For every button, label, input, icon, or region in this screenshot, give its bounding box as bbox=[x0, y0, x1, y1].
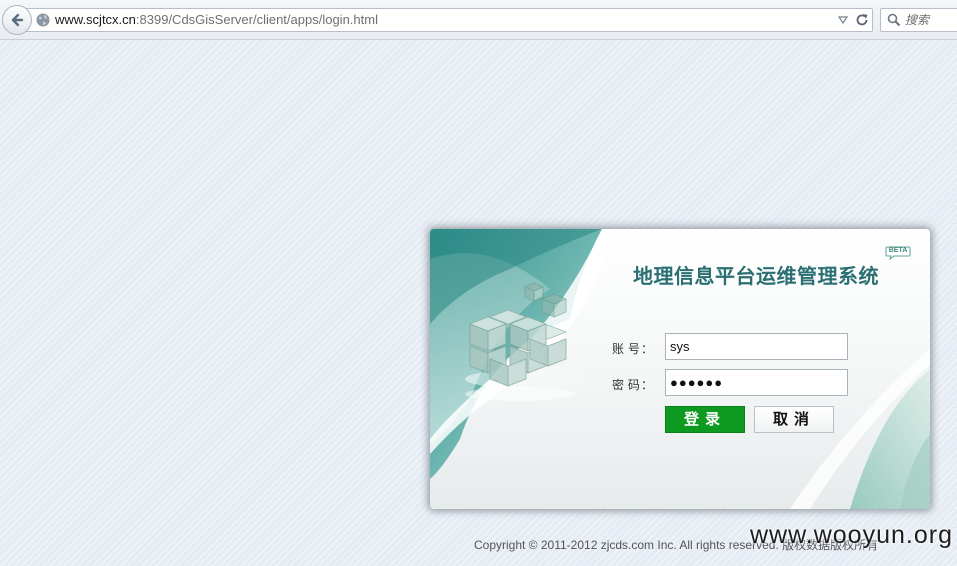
back-button[interactable] bbox=[2, 5, 32, 35]
globe-icon bbox=[36, 13, 50, 27]
url-domain: www.scjtcx.cn bbox=[55, 12, 136, 27]
browser-toolbar: www.scjtcx.cn:8399/CdsGisServer/client/a… bbox=[0, 0, 957, 40]
url-bar[interactable]: www.scjtcx.cn:8399/CdsGisServer/client/a… bbox=[24, 8, 873, 32]
beta-badge-text: BETA bbox=[888, 247, 908, 254]
password-input[interactable] bbox=[665, 369, 848, 396]
search-input[interactable] bbox=[905, 11, 957, 29]
history-dropdown-icon[interactable] bbox=[838, 16, 848, 24]
account-label-colon: ： bbox=[641, 342, 654, 356]
watermark-text: www.wooyun.org bbox=[750, 521, 953, 549]
url-path: :8399/CdsGisServer/client/apps/login.htm… bbox=[135, 12, 378, 27]
search-icon[interactable] bbox=[887, 13, 901, 27]
reload-icon[interactable] bbox=[855, 13, 869, 27]
cancel-button[interactable]: 取消 bbox=[754, 406, 834, 433]
url-text[interactable]: www.scjtcx.cn:8399/CdsGisServer/client/a… bbox=[55, 12, 378, 27]
account-input[interactable] bbox=[665, 333, 848, 360]
login-panel: 地理信息平台运维管理系统 BETA 账 号 ： 密 码 ： 登录 取消 bbox=[430, 229, 930, 509]
password-label-colon: ： bbox=[641, 378, 654, 392]
beta-badge: BETA bbox=[885, 245, 911, 261]
login-button[interactable]: 登录 bbox=[665, 406, 745, 433]
back-arrow-icon bbox=[11, 13, 24, 27]
system-title: 地理信息平台运维管理系统 bbox=[633, 264, 879, 288]
search-bar[interactable] bbox=[880, 8, 957, 32]
account-label: 账 号 bbox=[612, 342, 640, 356]
password-label: 密 码 bbox=[612, 378, 640, 392]
